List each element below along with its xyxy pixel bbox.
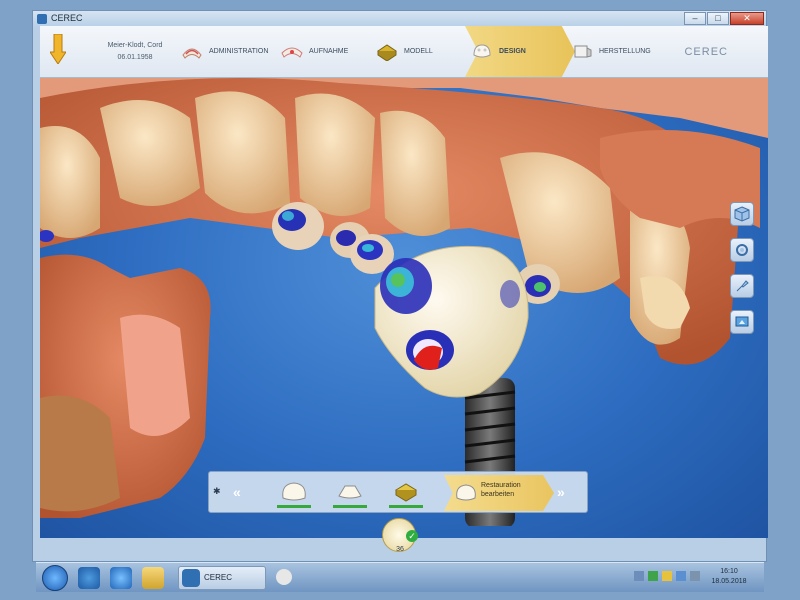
step-3[interactable] <box>389 478 423 508</box>
view-cube-button[interactable] <box>730 202 754 226</box>
brand-logo: CEREC <box>684 46 728 58</box>
tool-button[interactable] <box>730 274 754 298</box>
clock-date[interactable]: 18.05.2018 <box>704 578 754 585</box>
phase-aufnahme[interactable]: AUFNAHME <box>280 36 348 66</box>
patient-arrow-icon[interactable] <box>50 34 66 64</box>
administration-icon <box>182 48 202 59</box>
step-bar-menu-icon[interactable]: ✱ <box>213 486 221 497</box>
patient-birthdate: 06.01.1958 <box>117 54 153 61</box>
media-player-icon[interactable] <box>78 567 100 589</box>
3d-viewport[interactable] <box>40 78 768 538</box>
side-toolbar <box>730 202 754 334</box>
tray-flag-icon[interactable] <box>662 571 672 581</box>
design-step-bar: ✱ « Restauration bearbeiten » <box>208 471 588 513</box>
step-1[interactable] <box>277 478 311 508</box>
preparation-icon <box>338 485 362 499</box>
window-controls: – □ ✕ <box>684 12 764 25</box>
restoration-edit-icon <box>456 484 476 501</box>
rotate-icon <box>736 244 748 256</box>
checkmark-icon: ✓ <box>406 530 418 542</box>
maximize-button[interactable]: □ <box>707 12 729 25</box>
phase-administration[interactable]: ADMINISTRATION <box>180 36 268 66</box>
app-icon <box>37 14 47 24</box>
system-tray <box>634 571 700 581</box>
model-icon <box>377 44 397 61</box>
minimize-button[interactable]: – <box>684 12 706 25</box>
tool-icon <box>736 280 749 292</box>
phase-design[interactable]: DESIGN <box>470 36 526 66</box>
crown-icon <box>282 482 306 501</box>
windows-taskbar: CEREC 16:10 18.05.2018 <box>36 562 764 592</box>
window-title: CEREC <box>51 13 83 23</box>
design-icon <box>473 44 491 58</box>
phase-label: AUFNAHME <box>309 47 349 55</box>
explorer-icon[interactable] <box>142 567 164 589</box>
rotate-button[interactable] <box>730 238 754 262</box>
active-step-label: Restauration bearbeiten <box>481 482 521 498</box>
model-step-icon <box>395 483 417 502</box>
step-1-complete <box>277 505 311 508</box>
tray-arrow-icon[interactable] <box>634 571 644 581</box>
step-3-complete <box>389 505 423 508</box>
phase-label: DESIGN <box>499 47 526 55</box>
view-cube-icon <box>734 206 750 222</box>
volume-icon[interactable] <box>690 571 700 581</box>
phase-herstellung[interactable]: HERSTELLUNG <box>570 36 651 66</box>
tooth-number: 36 <box>396 546 404 553</box>
misc-app-icon[interactable] <box>276 569 292 585</box>
next-step-button[interactable]: » <box>557 484 565 500</box>
close-button[interactable]: ✕ <box>730 12 764 25</box>
title-bar: CEREC – □ ✕ <box>33 11 766 27</box>
network-icon[interactable] <box>676 571 686 581</box>
phase-modell[interactable]: MODELL <box>375 36 433 66</box>
phase-label: MODELL <box>404 47 433 55</box>
screen-button[interactable] <box>730 310 754 334</box>
patient-name: Meier-Klodt, Cord <box>107 42 163 49</box>
phase-bar: Meier-Klodt, Cord 06.01.1958 ADMINISTRAT… <box>40 26 768 78</box>
start-button[interactable] <box>42 565 68 591</box>
taskbar-cerec-label: CEREC <box>204 573 233 582</box>
screen-icon <box>735 316 749 327</box>
phase-label: HERSTELLUNG <box>599 47 651 55</box>
tray-app-icon[interactable] <box>648 571 658 581</box>
internet-explorer-icon[interactable] <box>110 567 132 589</box>
phase-label: ADMINISTRATION <box>209 47 269 55</box>
cerec-task-icon <box>182 569 200 587</box>
manufacture-icon <box>574 45 592 58</box>
dental-model-render <box>40 78 768 526</box>
step-2[interactable] <box>333 478 367 508</box>
acquisition-icon <box>281 47 303 58</box>
clock-time[interactable]: 16:10 <box>704 568 754 575</box>
previous-step-button[interactable]: « <box>233 484 241 500</box>
step-2-complete <box>333 505 367 508</box>
